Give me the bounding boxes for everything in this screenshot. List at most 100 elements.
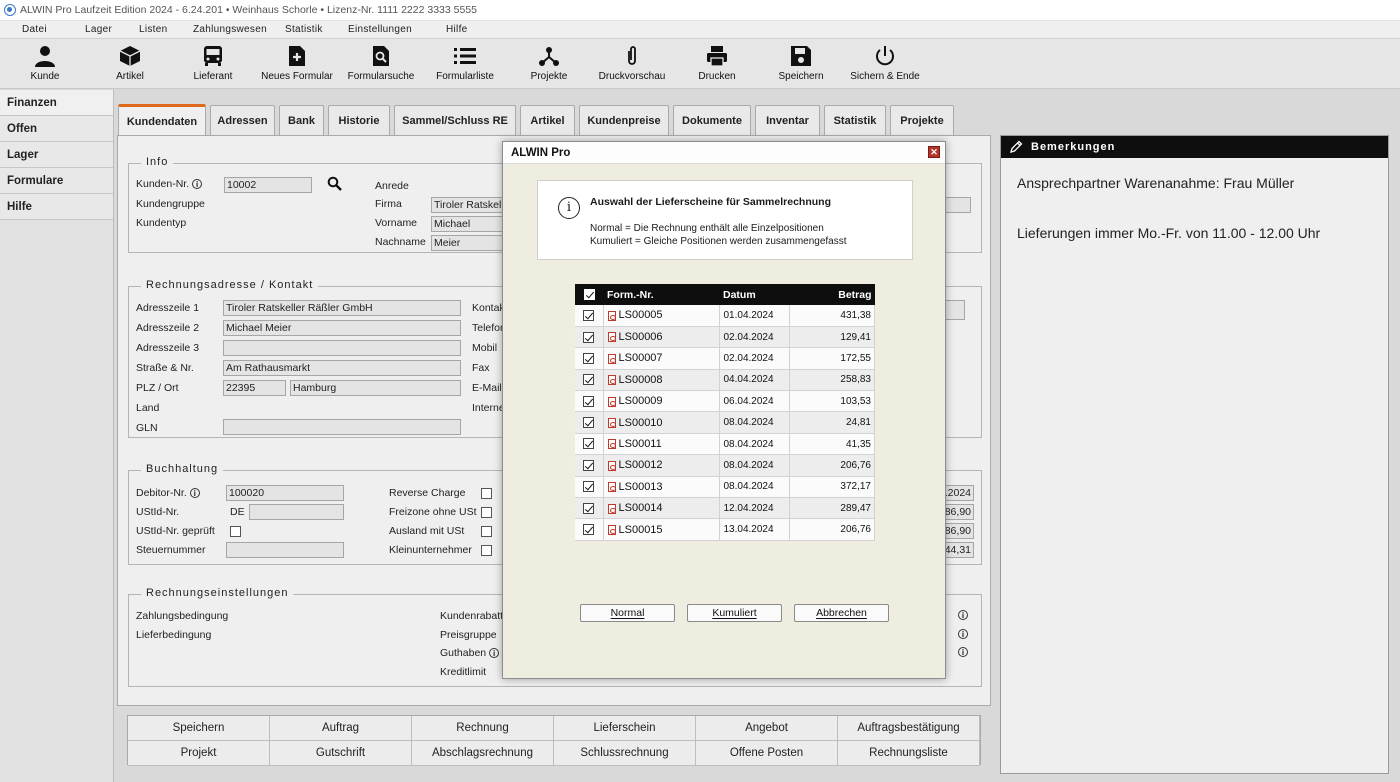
- toolbar-formularsuche-button[interactable]: Formularsuche: [347, 44, 415, 86]
- reverse-charge-checkbox[interactable]: [481, 488, 492, 499]
- tab-kundenpreise[interactable]: Kundenpreise: [579, 105, 669, 135]
- row-checkbox[interactable]: [575, 433, 604, 456]
- row-checkbox[interactable]: [575, 476, 604, 499]
- sidebar-item-lager[interactable]: Lager: [0, 142, 113, 168]
- normal-button[interactable]: Normal: [580, 604, 675, 622]
- table-row[interactable]: LS00010 08.04.2024 24,81: [575, 411, 875, 434]
- row-checkbox[interactable]: [575, 390, 604, 413]
- toolbar-kunde-button[interactable]: Kunde: [24, 44, 66, 86]
- menu-hilfe[interactable]: Hilfe: [446, 24, 468, 35]
- column-header-betrag[interactable]: Betrag: [789, 284, 875, 305]
- menu-lager[interactable]: Lager: [85, 24, 112, 35]
- vorname-field[interactable]: Michael: [431, 216, 511, 232]
- menu-statistik[interactable]: Statistik: [285, 24, 323, 35]
- abschlagsrechnung-button[interactable]: Abschlagsrechnung: [412, 741, 554, 766]
- speichern-button[interactable]: Speichern: [128, 716, 270, 741]
- tab-bank[interactable]: Bank: [279, 105, 324, 135]
- toolbar-artikel-button[interactable]: Artikel: [110, 44, 150, 86]
- column-header-form-nr[interactable]: Form.-Nr.: [603, 284, 719, 305]
- table-row[interactable]: LS00013 08.04.2024 372,17: [575, 476, 875, 499]
- table-row[interactable]: LS00006 02.04.2024 129,41: [575, 326, 875, 349]
- projekt-button[interactable]: Projekt: [128, 741, 270, 766]
- adresszeile3-field[interactable]: [223, 340, 461, 356]
- table-row[interactable]: LS00008 04.04.2024 258,83: [575, 369, 875, 392]
- rechnungsliste-button[interactable]: Rechnungsliste: [838, 741, 980, 766]
- toolbar-druckvorschau-button[interactable]: Druckvorschau: [599, 44, 665, 86]
- table-row[interactable]: LS00011 08.04.2024 41,35: [575, 433, 875, 456]
- toolbar-lieferant-button[interactable]: Lieferant: [190, 44, 236, 86]
- guthaben-info-icon[interactable]: i: [958, 647, 968, 657]
- row-checkbox[interactable]: [575, 454, 604, 477]
- sidebar-item-offen[interactable]: Offen: [0, 116, 113, 142]
- freizone-checkbox[interactable]: [481, 507, 492, 518]
- menu-listen[interactable]: Listen: [139, 24, 168, 35]
- close-icon[interactable]: ✕: [928, 146, 940, 158]
- firma-field[interactable]: Tiroler Ratskeller: [431, 197, 511, 213]
- ort-field[interactable]: Hamburg: [290, 380, 461, 396]
- tab-sammel-schluss-re[interactable]: Sammel/Schluss RE: [394, 105, 516, 135]
- ustid-geprueft-checkbox[interactable]: [230, 526, 241, 537]
- gutschrift-button[interactable]: Gutschrift: [270, 741, 412, 766]
- menu-einstellungen[interactable]: Einstellungen: [348, 24, 412, 35]
- table-row[interactable]: LS00015 13.04.2024 206,76: [575, 518, 875, 541]
- kleinunternehmer-checkbox[interactable]: [481, 545, 492, 556]
- sidebar-item-hilfe[interactable]: Hilfe: [0, 194, 113, 220]
- select-all-checkbox[interactable]: [575, 284, 603, 305]
- table-row[interactable]: LS00005 01.04.2024 431,38: [575, 305, 875, 327]
- tab-adressen[interactable]: Adressen: [210, 105, 275, 135]
- table-row[interactable]: LS00009 06.04.2024 103,53: [575, 390, 875, 413]
- menu-zahlungswesen[interactable]: Zahlungswesen: [193, 24, 267, 35]
- auftrag-button[interactable]: Auftrag: [270, 716, 412, 741]
- row-checkbox[interactable]: [575, 411, 604, 434]
- table-row[interactable]: LS00007 02.04.2024 172,55: [575, 347, 875, 370]
- tab-projekte[interactable]: Projekte: [890, 105, 954, 135]
- toolbar-neues-formular-button[interactable]: Neues Formular: [261, 44, 333, 86]
- ustid-field[interactable]: [249, 504, 344, 520]
- menu-datei[interactable]: Datei: [22, 24, 47, 35]
- toolbar-sichern-ende-button[interactable]: Sichern & Ende: [850, 44, 920, 86]
- schlussrechnung-button[interactable]: Schlussrechnung: [554, 741, 696, 766]
- steuernummer-field[interactable]: [226, 542, 344, 558]
- adresszeile2-field[interactable]: Michael Meier: [223, 320, 461, 336]
- lieferschein-button[interactable]: Lieferschein: [554, 716, 696, 741]
- abbrechen-button[interactable]: Abbrechen: [794, 604, 889, 622]
- tab-artikel[interactable]: Artikel: [520, 105, 575, 135]
- row-checkbox[interactable]: [575, 497, 604, 520]
- info-icon[interactable]: i: [489, 648, 500, 659]
- info-icon[interactable]: i: [189, 488, 200, 499]
- row-checkbox[interactable]: [575, 369, 604, 392]
- toolbar-projekte-button[interactable]: Projekte: [530, 44, 568, 86]
- kumuliert-button[interactable]: Kumuliert: [687, 604, 782, 622]
- row-checkbox[interactable]: [575, 305, 604, 327]
- ausland-checkbox[interactable]: [481, 526, 492, 537]
- row-checkbox[interactable]: [575, 518, 604, 541]
- info-icon[interactable]: i: [192, 179, 203, 190]
- table-row[interactable]: LS00014 12.04.2024 289,47: [575, 497, 875, 520]
- rechnung-button[interactable]: Rechnung: [412, 716, 554, 741]
- preisgruppe-info-icon[interactable]: i: [958, 629, 968, 639]
- row-checkbox[interactable]: [575, 347, 604, 370]
- strasse-field[interactable]: Am Rathausmarkt: [223, 360, 461, 376]
- search-icon[interactable]: [327, 176, 342, 194]
- tab-statistik[interactable]: Statistik: [824, 105, 886, 135]
- tab-inventar[interactable]: Inventar: [755, 105, 820, 135]
- kunden-nr-field[interactable]: 10002: [224, 177, 312, 193]
- nachname-field[interactable]: Meier: [431, 235, 511, 251]
- row-checkbox[interactable]: [575, 326, 604, 349]
- table-row[interactable]: LS00012 08.04.2024 206,76: [575, 454, 875, 477]
- column-header-datum[interactable]: Datum: [719, 284, 789, 305]
- gln-field[interactable]: [223, 419, 461, 435]
- sidebar-item-finanzen[interactable]: Finanzen: [0, 90, 113, 116]
- auftragsbestaetigung-button[interactable]: Auftragsbestätigung: [838, 716, 980, 741]
- adresszeile1-field[interactable]: Tiroler Ratskeller Räßler GmbH: [223, 300, 461, 316]
- sidebar-item-formulare[interactable]: Formulare: [0, 168, 113, 194]
- tab-kundendaten[interactable]: Kundendaten: [118, 104, 206, 136]
- kundenrabatt-info-icon[interactable]: i: [958, 610, 968, 620]
- pencil-icon[interactable]: [1009, 140, 1023, 154]
- toolbar-speichern-button[interactable]: Speichern: [778, 44, 824, 86]
- angebot-button[interactable]: Angebot: [696, 716, 838, 741]
- toolbar-drucken-button[interactable]: Drucken: [698, 44, 736, 86]
- tab-historie[interactable]: Historie: [328, 105, 390, 135]
- toolbar-formularliste-button[interactable]: Formularliste: [436, 44, 494, 86]
- offene-posten-button[interactable]: Offene Posten: [696, 741, 838, 766]
